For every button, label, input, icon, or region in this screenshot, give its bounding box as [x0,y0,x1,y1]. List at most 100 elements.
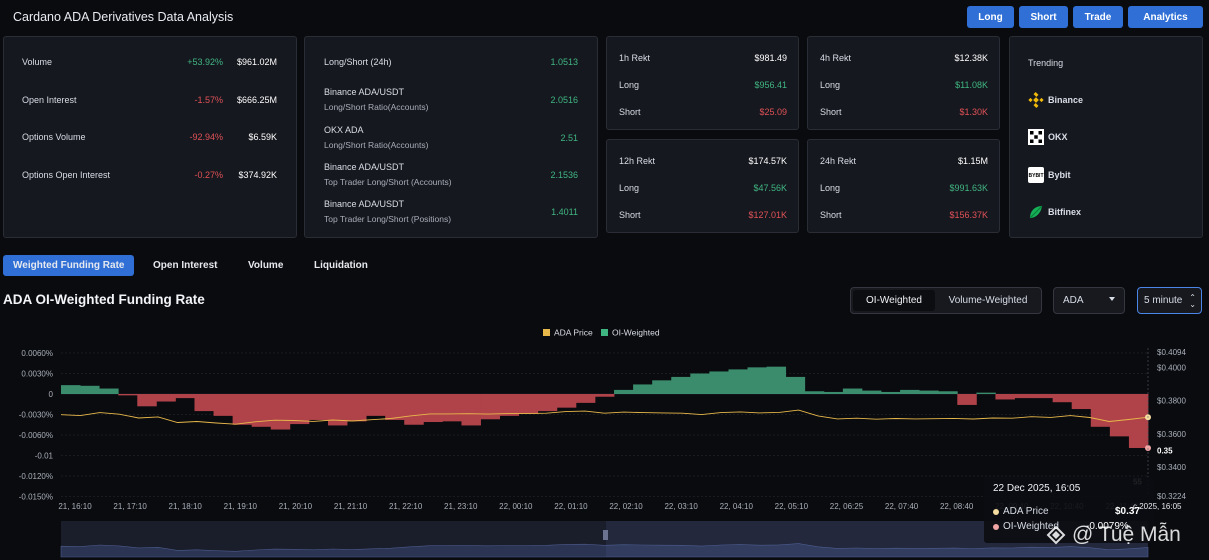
x-tick: 22, 00:10 [499,502,533,511]
ls-sublabel: Top Trader Long/Short (Positions) [324,214,452,224]
funding-bar [518,394,539,414]
coin-select[interactable]: ADA [1053,287,1125,314]
short-button[interactable]: Short [1019,6,1068,28]
stat-change: -0.27% [194,170,223,180]
x-tick: 21, 21:10 [334,502,368,511]
legend-swatch-price [543,329,550,336]
watermark: @ Tuệ Mẫn [1046,523,1181,547]
funding-bar [938,391,958,394]
market-stats-card: Volume +53.92% $961.02M Open Interest -1… [3,36,297,238]
trending-item-binance[interactable]: Binance [1028,92,1083,108]
rekt-title: 12h Rekt [619,156,656,166]
funding-bar [156,394,176,402]
trending-item-bitfinex[interactable]: Bitfinex [1028,204,1081,220]
watermark-text: @ Tuệ Mẫn [1072,523,1181,546]
funding-bar [747,367,767,394]
funding-bar [728,369,748,394]
funding-bar [995,394,1015,400]
ls-label: OKX ADA [324,125,364,135]
rekt-title: 4h Rekt [820,53,852,63]
tab-weighted-funding-rate[interactable]: Weighted Funding Rate [3,255,135,276]
rekt-long-label: Long [820,80,841,90]
stat-value: $6.59K [248,132,277,142]
funding-bar [633,384,653,394]
funding-bar [594,394,615,397]
y-tick-left: -0.01 [35,452,54,461]
tab-open-interest[interactable]: Open Interest [153,255,217,276]
stat-row: Options Open Interest -0.27% $374.92K [4,168,296,182]
bybit-icon: BYBIT [1028,167,1044,183]
funding-bar [175,394,195,399]
stat-row: Volume +53.92% $961.02M [4,55,296,69]
ls-sublabel: Top Trader Long/Short (Accounts) [324,177,452,187]
x-tick: 22, 08:40 [940,502,974,511]
x-tick: 22, 05:10 [775,502,809,511]
binance-icon [1028,92,1044,108]
rekt-long-label: Long [619,80,640,90]
trending-item-okx[interactable]: OKX [1028,129,1068,145]
rekt-title: 24h Rekt [820,156,857,166]
trending-item-bybit[interactable]: BYBIT Bybit [1028,167,1071,183]
rekt-short-value: $156.37K [949,210,988,220]
analytics-button[interactable]: Analytics [1128,6,1203,28]
rekt-total: $174.57K [748,156,787,166]
y-tick-right: $0.3600 [1157,430,1186,439]
y-tick-right: $0.3800 [1157,397,1186,406]
funding-bar [575,394,596,403]
rekt-long-value: $991.63K [949,183,988,193]
funding-bar [366,394,386,416]
rekt-short-value: $127.01K [748,210,787,220]
x-tick: 22, 03:10 [664,502,698,511]
volume-weighted-option[interactable]: Volume-Weighted [937,290,1039,311]
rekt-long-label: Long [820,183,841,193]
funding-bar [881,391,901,394]
y-tick-left: 0 [49,390,54,399]
rekt-long-value: $956.41 [754,80,787,90]
legend-swatch-oi [601,329,608,336]
interval-select[interactable]: 5 minute ⌃ ⌄ [1137,287,1202,314]
funding-bar [423,394,443,423]
section-title: ADA OI-Weighted Funding Rate [3,292,205,307]
navigator-handle [603,530,608,540]
funding-bar [270,394,291,430]
rekt-title: 1h Rekt [619,53,651,63]
watermark-logo-icon [1046,525,1066,545]
trending-name: Bybit [1048,170,1071,180]
funding-bar [80,385,100,394]
ls-value: 1.0513 [550,57,578,67]
x-tick: 21, 20:10 [279,502,313,511]
funding-bar [614,389,634,394]
rekt-short-value: $1.30K [959,107,988,117]
y-tick-left: -0.0030% [19,411,53,420]
x-tick: 22, 02:10 [609,502,643,511]
stat-change: -1.57% [194,95,223,105]
ls-label: Binance ADA/USDT [324,199,405,209]
tab-liquidation[interactable]: Liquidation [314,255,368,276]
stat-row: Options Volume -92.94% $6.59K [4,130,296,144]
long-button[interactable]: Long [967,6,1014,28]
stat-change: -92.94% [189,132,223,142]
legend-label-price: ADA Price [554,328,593,338]
weight-toggle: OI-Weighted Volume-Weighted [850,287,1042,314]
funding-bar [137,394,157,407]
funding-bar [194,394,214,412]
funding-bar [1128,394,1149,448]
stat-value: $374.92K [238,170,277,180]
y-tick-left: 0.0060% [21,349,53,358]
funding-bar [1071,394,1092,410]
tab-volume[interactable]: Volume [248,255,283,276]
updown-icon: ⌃ ⌄ [1189,293,1196,309]
ls-value: 2.51 [560,133,578,143]
y-tick-right: $0.3400 [1157,463,1186,472]
stat-label: Open Interest [22,95,77,105]
funding-bar [652,380,672,394]
trade-button[interactable]: Trade [1073,6,1123,28]
funding-bar [957,394,977,405]
y-tick-left: 0.0030% [21,370,53,379]
rekt-total: $1.15M [957,156,988,166]
rekt-short-label: Short [619,107,641,117]
funding-bar [385,394,405,420]
funding-bar [118,394,138,396]
funding-bar [842,388,863,394]
oi-weighted-option[interactable]: OI-Weighted [853,290,935,311]
